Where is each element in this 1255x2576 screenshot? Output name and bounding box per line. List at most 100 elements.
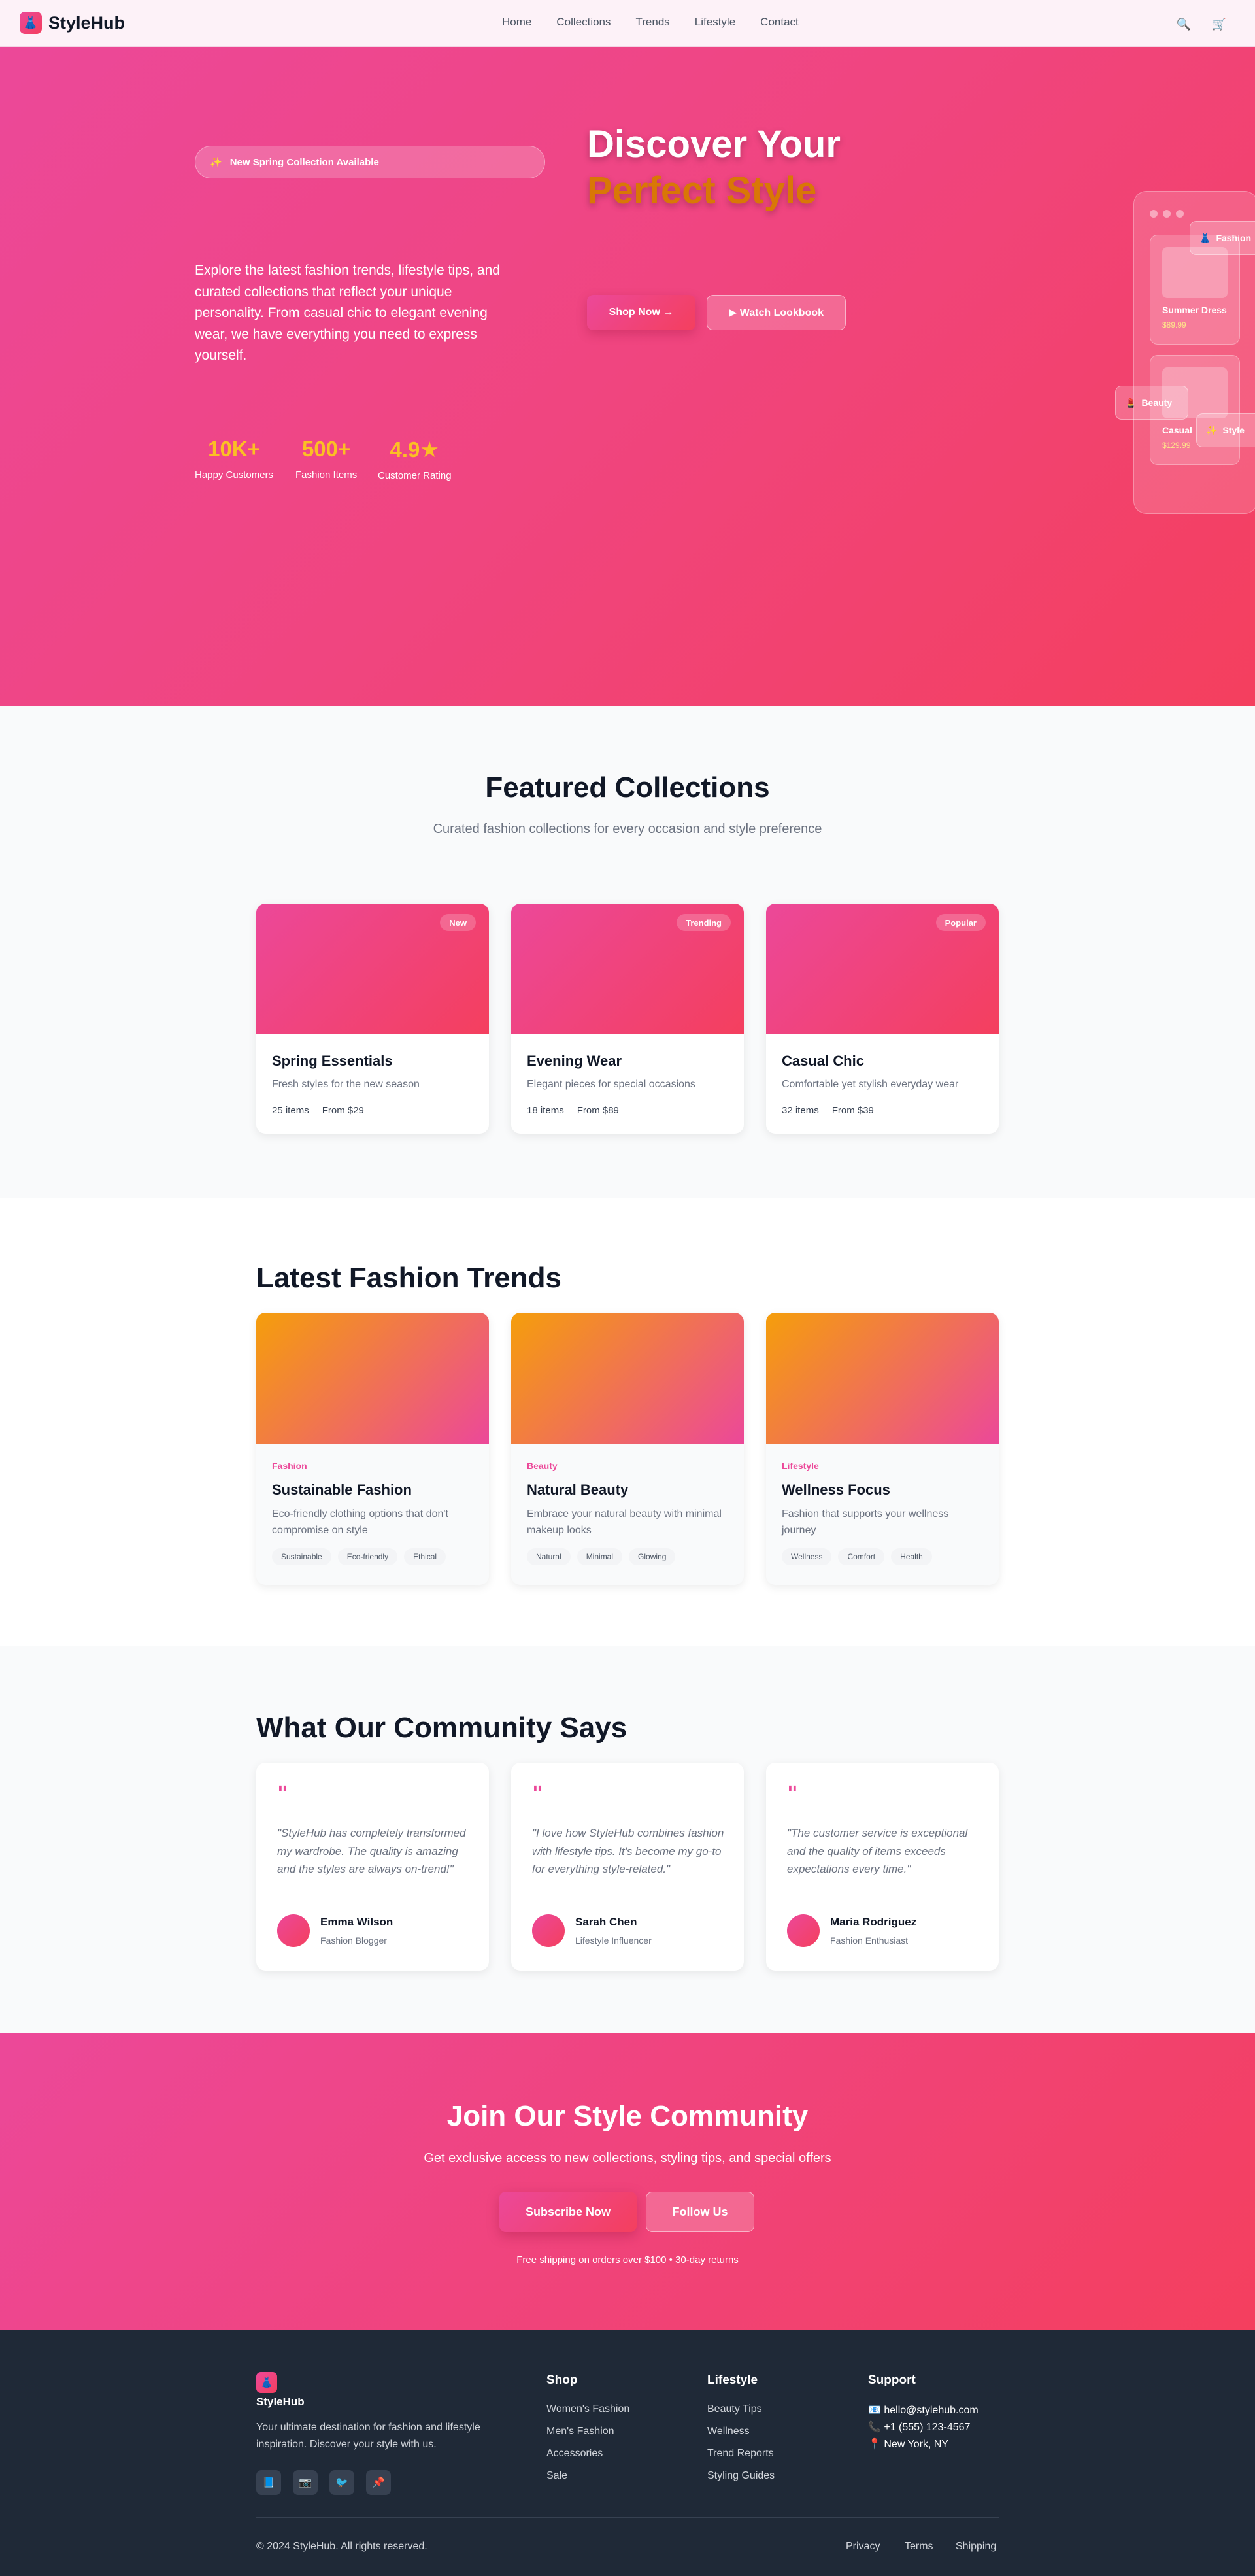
collection-meta: 25 items From $29 <box>272 1105 364 1116</box>
trend-category: Lifestyle <box>782 1461 819 1471</box>
mockup-product-price: $129.99 <box>1162 441 1191 450</box>
collection-badge: Trending <box>677 914 731 931</box>
subscribe-button[interactable]: Subscribe Now <box>499 2192 637 2232</box>
top-nav: 👗 StyleHub Home Collections Trends Lifes… <box>0 0 1255 47</box>
pinterest-icon[interactable]: 📌 <box>366 2470 391 2495</box>
mockup-dot <box>1163 210 1171 218</box>
footer-link[interactable]: Women's Fashion <box>546 2403 629 2415</box>
avatar <box>787 1914 820 1947</box>
shop-now-button[interactable]: Shop Now → <box>587 295 695 330</box>
footer-link-shipping[interactable]: Shipping <box>956 2541 996 2552</box>
nav-link-collections[interactable]: Collections <box>556 16 611 29</box>
footer-link[interactable]: Men's Fashion <box>546 2426 614 2437</box>
floating-tag-beauty: 💄 Beauty <box>1115 386 1188 420</box>
trend-description: Embrace your natural beauty with minimal… <box>527 1508 722 1536</box>
footer-email[interactable]: 📧 hello@stylehub.com <box>868 2403 979 2416</box>
footer-location: 📍 New York, NY <box>868 2439 949 2450</box>
stat-label: Happy Customers <box>195 469 274 481</box>
hero-title-line-2: Perfect Style <box>587 169 817 212</box>
stat-value: 10K+ <box>208 437 260 461</box>
trend-image <box>511 1313 744 1444</box>
trend-tag: Minimal <box>577 1548 623 1565</box>
trend-tag: Wellness <box>782 1548 832 1565</box>
trend-tags: Natural Minimal Glowing <box>527 1548 676 1565</box>
floating-tag-label: Beauty <box>1141 398 1173 408</box>
quote-icon: " <box>787 1781 798 1806</box>
mockup-product-name: Casual <box>1162 425 1192 435</box>
cta-subtitle: Get exclusive access to new collections,… <box>424 2151 831 2165</box>
trend-tag: Sustainable <box>272 1548 331 1565</box>
twitter-icon[interactable]: 🐦 <box>329 2470 354 2495</box>
collection-description: Comfortable yet stylish everyday wear <box>782 1079 959 1090</box>
trend-name: Sustainable Fashion <box>272 1482 412 1498</box>
featured-title: Featured Collections <box>485 771 770 804</box>
nav-link-trends[interactable]: Trends <box>636 16 670 29</box>
footer-link[interactable]: Accessories <box>546 2448 603 2460</box>
facebook-icon[interactable]: 📘 <box>256 2470 281 2495</box>
cart-icon[interactable]: 🛒 <box>1208 13 1230 35</box>
collection-badge: Popular <box>935 914 986 931</box>
footer-heading-shop: Shop <box>546 2373 578 2387</box>
collection-description: Fresh styles for the new season <box>272 1079 420 1090</box>
testimonials-title: What Our Community Says <box>256 1712 628 1744</box>
collection-meta: 18 items From $89 <box>527 1105 619 1116</box>
trend-tag: Health <box>891 1548 932 1565</box>
collection-name: Casual Chic <box>782 1053 864 1069</box>
trend-description: Fashion that supports your wellness jour… <box>782 1508 949 1536</box>
badge-text: New Spring Collection Available <box>229 156 379 168</box>
trend-card[interactable]: Lifestyle Wellness Focus Fashion that su… <box>766 1313 999 1585</box>
instagram-icon[interactable]: 📷 <box>293 2470 318 2495</box>
mockup-product-price: $89.99 <box>1162 320 1186 330</box>
collection-card[interactable]: New Spring Essentials Fresh styles for t… <box>256 904 489 1134</box>
stat-customers: 10K+ Happy Customers <box>195 437 273 481</box>
collection-card[interactable]: Popular Casual Chic Comfortable yet styl… <box>766 904 999 1134</box>
collection-card[interactable]: Trending Evening Wear Elegant pieces for… <box>511 904 744 1134</box>
nav-link-home[interactable]: Home <box>502 16 531 29</box>
footer-link-terms[interactable]: Terms <box>905 2541 933 2552</box>
footer-link[interactable]: Trend Reports <box>707 2448 774 2460</box>
avatar <box>277 1914 310 1947</box>
search-icon[interactable]: 🔍 <box>1173 13 1195 35</box>
floating-tag-label: Fashion <box>1216 233 1252 243</box>
testimonial-quote: "I love how StyleHub combines fashion wi… <box>532 1827 724 1876</box>
testimonial-card: " "StyleHub has completely transformed m… <box>256 1763 489 1971</box>
footer-link[interactable]: Wellness <box>707 2426 750 2437</box>
nav-link-lifestyle[interactable]: Lifestyle <box>695 16 735 29</box>
collection-description: Elegant pieces for special occasions <box>527 1079 695 1090</box>
follow-us-button[interactable]: Follow Us <box>646 2192 754 2232</box>
watch-lookbook-button[interactable]: ▶ Watch Lookbook <box>707 295 846 330</box>
item-count: 18 items <box>527 1105 564 1116</box>
avatar <box>532 1914 565 1947</box>
footer-link[interactable]: Beauty Tips <box>707 2403 762 2415</box>
testimonial-quote: "StyleHub has completely transformed my … <box>277 1827 466 1876</box>
trend-tag: Eco-friendly <box>337 1548 398 1565</box>
nav-link-contact[interactable]: Contact <box>760 16 799 29</box>
stat-value: 4.9★ <box>390 437 439 462</box>
testimonial-role: Fashion Blogger <box>320 1935 387 1946</box>
hero-title-line-1: Discover Your <box>587 123 841 165</box>
testimonial-card: " "The customer service is exceptional a… <box>766 1763 999 1971</box>
footer-phone[interactable]: 📞 +1 (555) 123-4567 <box>868 2420 970 2433</box>
trend-tags: Sustainable Eco-friendly Ethical <box>272 1548 446 1565</box>
trend-image <box>766 1313 999 1444</box>
trend-card[interactable]: Beauty Natural Beauty Embrace your natur… <box>511 1313 744 1585</box>
price-from: From $29 <box>322 1105 364 1116</box>
trend-tag: Glowing <box>629 1548 676 1565</box>
footer-description: Your ultimate destination for fashion an… <box>256 2422 480 2450</box>
new-collection-badge: ✨ New Spring Collection Available <box>195 146 545 178</box>
dress-icon: 👗 <box>1199 232 1211 243</box>
mockup-product-name: Summer Dress <box>1162 305 1227 315</box>
footer-link[interactable]: Sale <box>546 2470 567 2482</box>
price-from: From $39 <box>831 1105 874 1116</box>
floating-tag-style: ✨ Style <box>1196 413 1255 447</box>
footer-link[interactable]: Styling Guides <box>707 2470 775 2482</box>
collection-name: Spring Essentials <box>272 1053 393 1069</box>
footer-link-privacy[interactable]: Privacy <box>846 2541 880 2552</box>
trend-card[interactable]: Fashion Sustainable Fashion Eco-friendly… <box>256 1313 489 1585</box>
brand-logo[interactable]: 👗 StyleHub <box>20 12 125 34</box>
quote-icon: " <box>277 1781 288 1806</box>
trend-name: Natural Beauty <box>527 1482 629 1498</box>
collection-badge: New <box>440 914 476 931</box>
stat-value: 500+ <box>301 437 351 461</box>
trend-name: Wellness Focus <box>782 1482 890 1498</box>
